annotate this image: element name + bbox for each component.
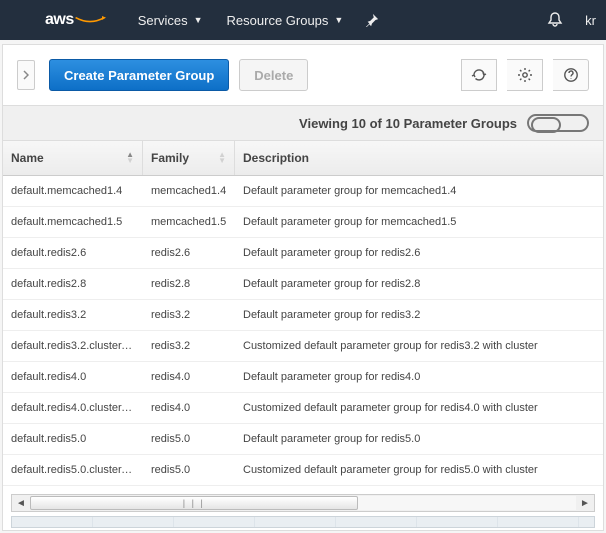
column-header-label: Description — [243, 151, 309, 165]
caret-down-icon: ▼ — [194, 15, 203, 25]
notifications-icon[interactable] — [537, 12, 573, 28]
cell-description: Default parameter group for memcached1.4 — [235, 176, 603, 206]
cell-name: default.redis4.0.cluster.on — [3, 393, 143, 423]
horizontal-scrollbar[interactable]: ◄ | | | ► — [11, 494, 595, 512]
column-header-family[interactable]: Family ▲▼ — [143, 141, 235, 175]
sort-icon: ▲▼ — [120, 152, 134, 164]
refresh-icon — [471, 67, 487, 83]
create-parameter-group-button[interactable]: Create Parameter Group — [49, 59, 229, 91]
footer-strip — [11, 516, 595, 528]
cell-name: default.redis2.8 — [3, 269, 143, 299]
cell-family: redis2.6 — [143, 238, 235, 268]
cell-description: Customized default parameter group for r… — [235, 331, 603, 361]
cell-family: redis5.0 — [143, 455, 235, 485]
refresh-button[interactable] — [461, 59, 497, 91]
cell-family: redis3.2 — [143, 331, 235, 361]
column-header-description[interactable]: Description — [235, 141, 603, 175]
account-menu[interactable]: kr — [573, 13, 596, 28]
help-icon — [563, 67, 579, 83]
column-header-label: Name — [11, 151, 44, 165]
cell-family: memcached1.4 — [143, 176, 235, 206]
scroll-left-button[interactable]: ◄ — [12, 495, 30, 511]
cell-description: Customized default parameter group for r… — [235, 455, 603, 485]
cell-name: default.redis5.0.cluster.on — [3, 455, 143, 485]
cell-family: memcached1.5 — [143, 207, 235, 237]
table-row[interactable]: default.redis3.2 redis3.2 Default parame… — [3, 300, 603, 331]
delete-button[interactable]: Delete — [239, 59, 308, 91]
top-navigation: aws Services ▼ Resource Groups ▼ kr — [0, 0, 606, 40]
column-header-name[interactable]: Name ▲▼ — [3, 141, 143, 175]
table-row[interactable]: default.redis3.2.cluster.on redis3.2 Cus… — [3, 331, 603, 362]
cell-family: redis4.0 — [143, 362, 235, 392]
pagination-range-indicator[interactable] — [527, 114, 589, 132]
sort-icon: ▲▼ — [212, 152, 226, 164]
services-menu[interactable]: Services ▼ — [126, 13, 215, 28]
cell-description: Default parameter group for memcached1.5 — [235, 207, 603, 237]
caret-down-icon: ▼ — [334, 15, 343, 25]
pin-icon[interactable] — [355, 13, 389, 27]
resource-groups-menu[interactable]: Resource Groups ▼ — [215, 13, 356, 28]
table-row[interactable]: default.redis5.0 redis5.0 Default parame… — [3, 424, 603, 455]
settings-button[interactable] — [507, 59, 543, 91]
cell-name: default.memcached1.4 — [3, 176, 143, 206]
services-label: Services — [138, 13, 188, 28]
cell-family: redis4.0 — [143, 393, 235, 423]
cell-family: redis2.8 — [143, 269, 235, 299]
cell-name: default.redis4.0 — [3, 362, 143, 392]
scroll-right-button[interactable]: ► — [576, 495, 594, 511]
expand-sidebar-handle[interactable] — [17, 60, 35, 90]
table-row[interactable]: default.redis4.0.cluster.on redis4.0 Cus… — [3, 393, 603, 424]
table-row[interactable]: default.redis4.0 redis4.0 Default parame… — [3, 362, 603, 393]
cell-description: Default parameter group for redis2.6 — [235, 238, 603, 268]
toolbar: Create Parameter Group Delete — [3, 45, 603, 105]
cell-family: redis5.0 — [143, 424, 235, 454]
cell-family: redis3.2 — [143, 300, 235, 330]
gear-icon — [517, 67, 533, 83]
cell-description: Default parameter group for redis4.0 — [235, 362, 603, 392]
account-label: kr — [585, 13, 596, 28]
column-header-label: Family — [151, 151, 189, 165]
chevron-right-icon — [23, 70, 29, 80]
aws-smile-icon — [74, 16, 106, 24]
table-row[interactable]: default.redis2.6 redis2.6 Default parame… — [3, 238, 603, 269]
cell-description: Customized default parameter group for r… — [235, 393, 603, 423]
table-row[interactable]: default.redis2.8 redis2.8 Default parame… — [3, 269, 603, 300]
scroll-thumb[interactable]: | | | — [30, 496, 358, 510]
table-row[interactable]: default.memcached1.4 memcached1.4 Defaul… — [3, 176, 603, 207]
cell-description: Default parameter group for redis3.2 — [235, 300, 603, 330]
cell-description: Default parameter group for redis2.8 — [235, 269, 603, 299]
scroll-track[interactable]: | | | — [30, 496, 576, 510]
cell-name: default.redis3.2 — [3, 300, 143, 330]
table-row[interactable]: default.redis5.0.cluster.on redis5.0 Cus… — [3, 455, 603, 486]
resource-groups-label: Resource Groups — [227, 13, 329, 28]
cell-name: default.memcached1.5 — [3, 207, 143, 237]
status-bar: Viewing 10 of 10 Parameter Groups — [3, 105, 603, 141]
cell-name: default.redis3.2.cluster.on — [3, 331, 143, 361]
aws-logo[interactable]: aws — [45, 11, 106, 29]
cell-description: Default parameter group for redis5.0 — [235, 424, 603, 454]
cell-name: default.redis2.6 — [3, 238, 143, 268]
aws-logo-text: aws — [45, 11, 74, 29]
main-panel: Create Parameter Group Delete Viewing 10… — [2, 44, 604, 531]
table-row[interactable]: default.memcached1.5 memcached1.5 Defaul… — [3, 207, 603, 238]
cell-name: default.redis5.0 — [3, 424, 143, 454]
help-button[interactable] — [553, 59, 589, 91]
viewing-count: Viewing 10 of 10 Parameter Groups — [299, 116, 517, 131]
table-header: Name ▲▼ Family ▲▼ Description — [3, 141, 603, 176]
table-body: default.memcached1.4 memcached1.4 Defaul… — [3, 176, 603, 486]
